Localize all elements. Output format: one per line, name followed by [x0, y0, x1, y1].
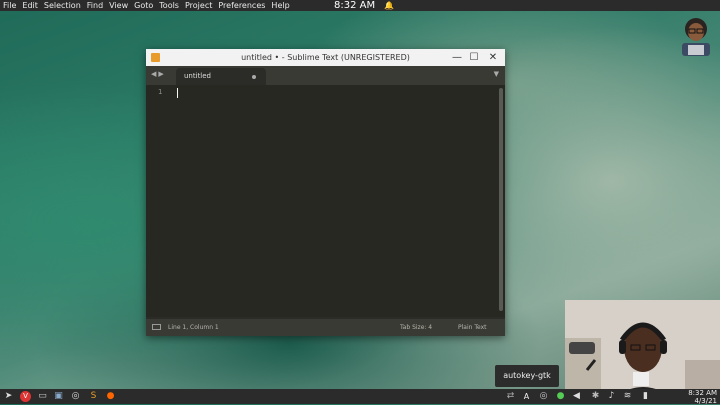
- vertical-scrollbar[interactable]: [499, 88, 503, 311]
- text-cursor: [177, 88, 178, 98]
- menu-preferences[interactable]: Preferences: [218, 0, 265, 11]
- battery-icon[interactable]: ▮: [640, 391, 651, 402]
- volume-icon[interactable]: ◀: [571, 391, 582, 402]
- maximize-button[interactable]: ☐: [466, 49, 482, 66]
- top-clock[interactable]: 8:32 AM: [334, 0, 375, 11]
- top-menu-bar: File Edit Selection Find View Goto Tools…: [0, 0, 720, 11]
- taskbar-clock[interactable]: 8:32 AM 4/3/21: [657, 389, 717, 405]
- menu-tools[interactable]: Tools: [159, 0, 179, 11]
- menu-view[interactable]: View: [109, 0, 128, 11]
- sublime-text-taskbar-icon[interactable]: S: [88, 391, 99, 402]
- menu-edit[interactable]: Edit: [22, 0, 38, 11]
- file-manager-icon[interactable]: ▭: [37, 391, 48, 402]
- firefox-icon[interactable]: ●: [105, 391, 116, 402]
- user-avatar-icon[interactable]: [679, 15, 713, 57]
- window-titlebar[interactable]: untitled • - Sublime Text (UNREGISTERED)…: [146, 49, 505, 66]
- tab-bar: ◀▶ untitled ▼: [146, 66, 505, 85]
- menu-file[interactable]: File: [3, 0, 16, 11]
- obs-tray-icon[interactable]: ◎: [538, 391, 549, 402]
- notification-bell-icon[interactable]: 🔔: [384, 0, 394, 11]
- menu-goto[interactable]: Goto: [134, 0, 153, 11]
- unsaved-dot-icon[interactable]: [252, 75, 256, 79]
- tab-untitled[interactable]: untitled: [176, 68, 266, 85]
- close-button[interactable]: ✕: [485, 49, 501, 66]
- microphone-icon[interactable]: ♪: [606, 391, 617, 402]
- vivaldi-browser-icon[interactable]: V: [20, 391, 31, 402]
- panel-toggle-icon[interactable]: [152, 324, 161, 330]
- bluetooth-icon[interactable]: ✱: [590, 391, 601, 402]
- line-number: 1: [158, 88, 163, 96]
- taskbar: ➤ V ▭ ▣ ◎ S ● ⇄ A ◎ ● ◀ ✱ ♪ ≋ ▮ 8:32 AM …: [0, 389, 720, 405]
- menu-find[interactable]: Find: [87, 0, 103, 11]
- sublime-text-window: untitled • - Sublime Text (UNREGISTERED)…: [146, 49, 505, 336]
- network-folder-icon[interactable]: ⇄: [505, 391, 516, 402]
- tray-tooltip: autokey-gtk: [495, 365, 559, 387]
- start-menu-icon[interactable]: ➤: [3, 391, 14, 402]
- wifi-icon[interactable]: ≋: [622, 391, 633, 402]
- menu-help[interactable]: Help: [271, 0, 289, 11]
- menu-selection[interactable]: Selection: [44, 0, 81, 11]
- obs-studio-icon[interactable]: ◎: [70, 391, 81, 402]
- status-bar: Line 1, Column 1 Tab Size: 4 Plain Text: [146, 319, 505, 336]
- editor-area[interactable]: 1: [146, 85, 505, 317]
- tab-size-selector[interactable]: Tab Size: 4: [400, 319, 432, 336]
- autokey-tray-icon[interactable]: A: [521, 391, 532, 402]
- syntax-selector[interactable]: Plain Text: [458, 319, 486, 336]
- screen-tool-icon[interactable]: ▣: [53, 391, 64, 402]
- update-ok-icon[interactable]: ●: [555, 391, 566, 402]
- minimize-button[interactable]: —: [449, 49, 465, 66]
- menu-project[interactable]: Project: [185, 0, 212, 11]
- tab-label: untitled: [184, 72, 212, 80]
- cursor-position: Line 1, Column 1: [168, 324, 219, 331]
- tab-nav-arrows-icon[interactable]: ◀▶: [151, 70, 166, 78]
- tab-dropdown-icon[interactable]: ▼: [494, 70, 499, 78]
- menu-bar: File Edit Selection Find View Goto Tools…: [0, 0, 290, 11]
- taskbar-time: 8:32 AM: [688, 389, 717, 397]
